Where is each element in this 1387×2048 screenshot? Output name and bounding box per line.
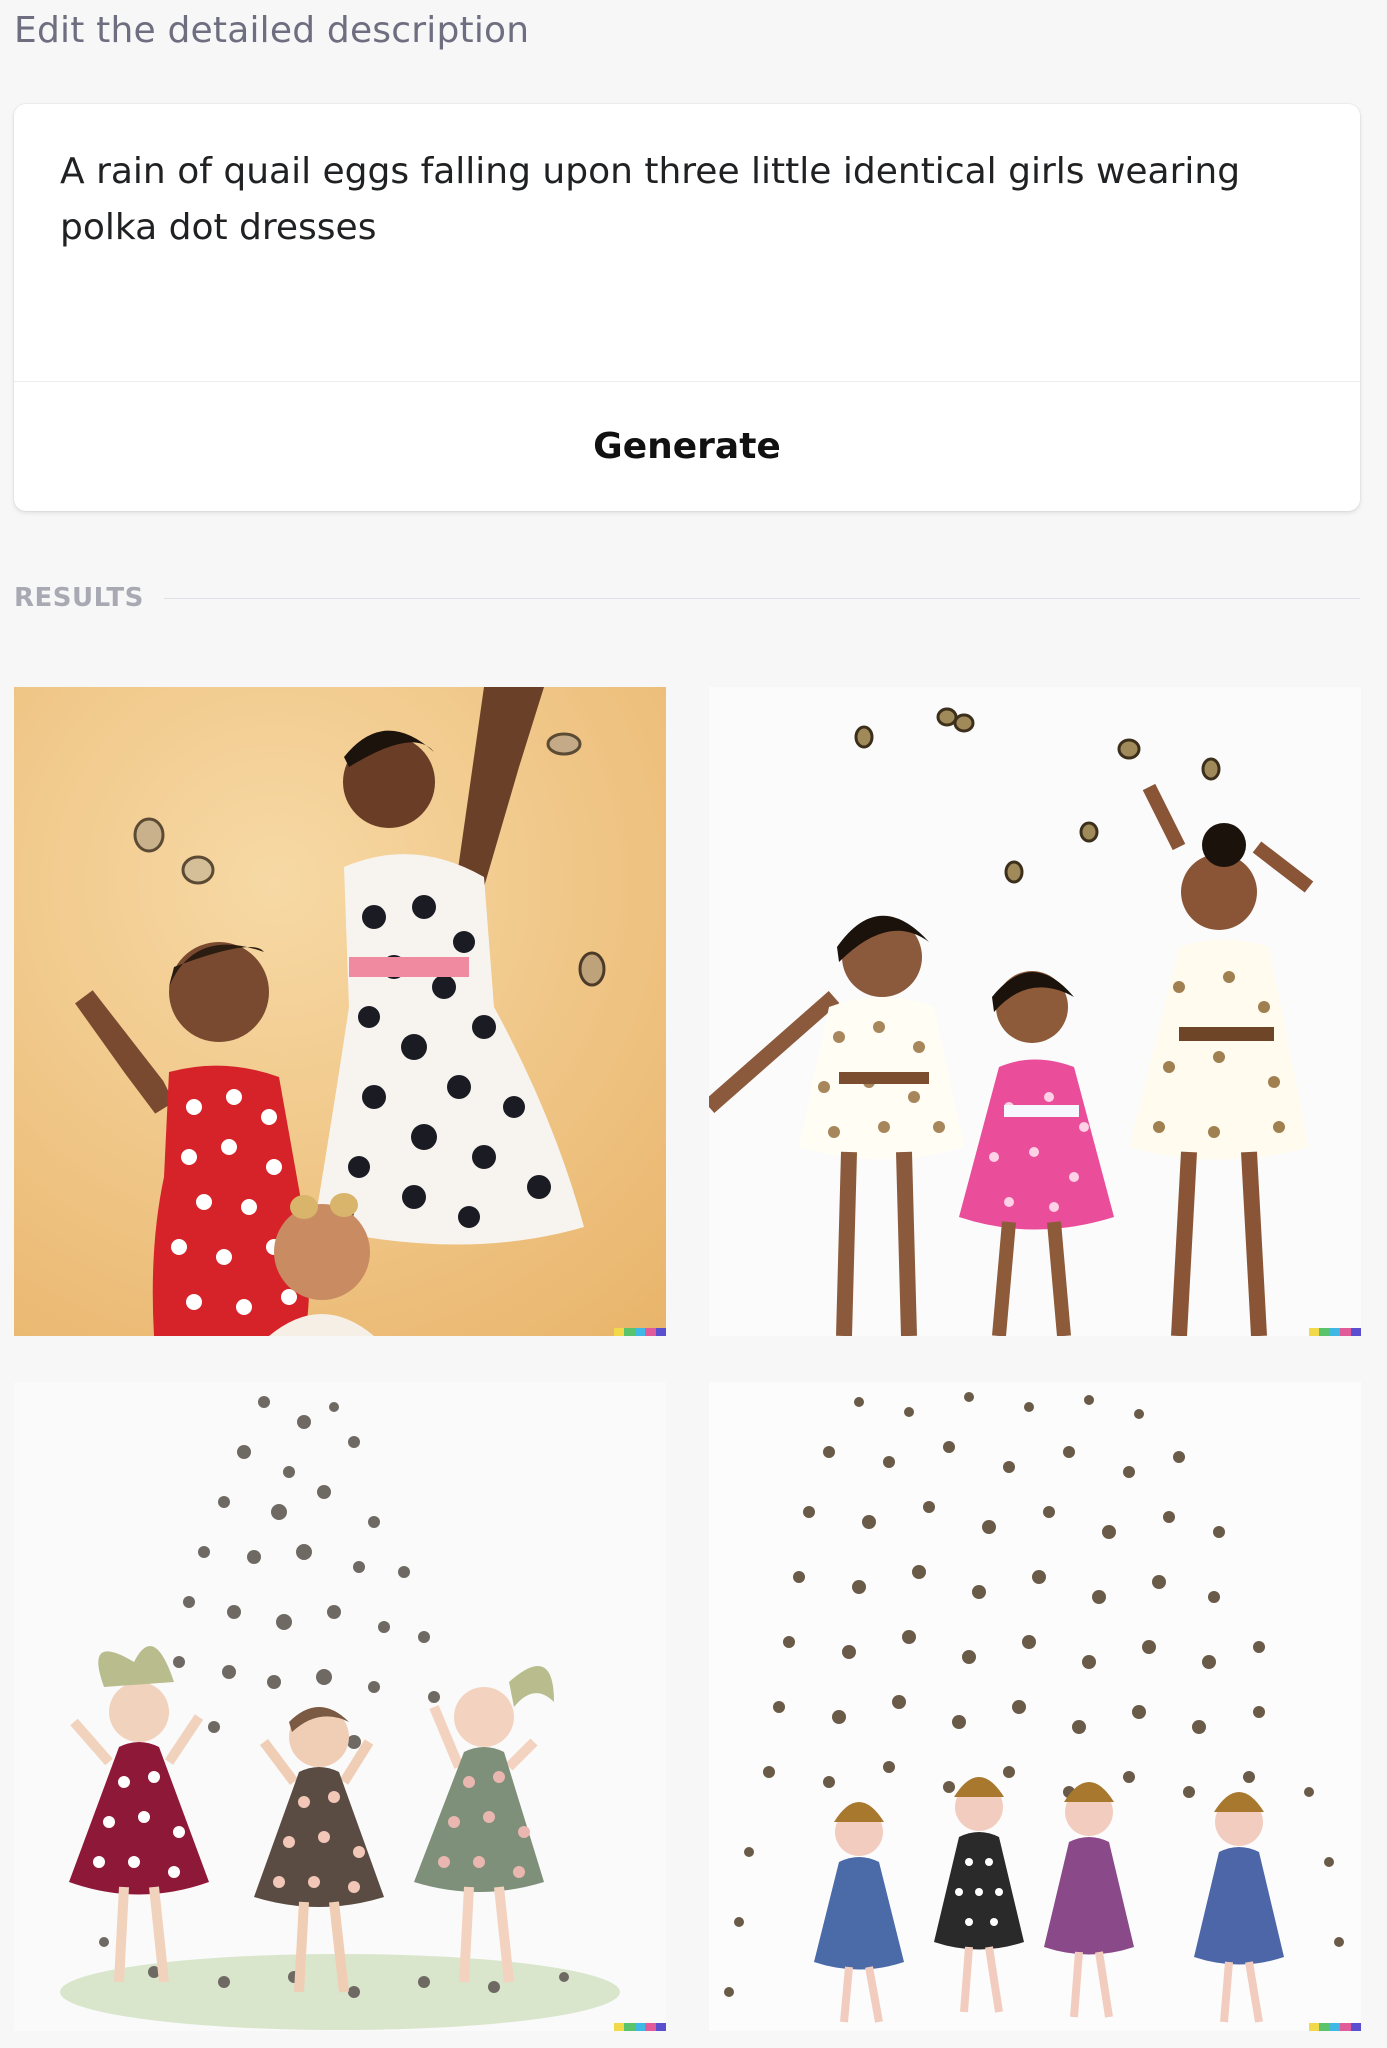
signature-swatch: [624, 2023, 635, 2031]
signature-swatch: [634, 2023, 646, 2031]
signature-swatch: [634, 1328, 646, 1336]
signature-swatch: [655, 1328, 666, 1336]
signature-swatch: [1309, 2023, 1320, 2031]
results-header: RESULTS: [14, 578, 1360, 618]
signature-swatch: [645, 1328, 656, 1336]
signature-swatch: [1350, 2023, 1361, 2031]
result-image-2[interactable]: [709, 687, 1361, 1336]
result-image-2-picture: [709, 687, 1361, 1336]
signature-swatch: [645, 2023, 656, 2031]
result-signature: [1309, 1328, 1361, 1336]
results-label: RESULTS: [14, 583, 144, 613]
signature-swatch: [1340, 1328, 1351, 1336]
signature-swatch: [1319, 2023, 1330, 2031]
result-image-4-picture: [709, 1382, 1361, 2031]
signature-swatch: [614, 1328, 625, 1336]
result-signature: [1309, 2023, 1361, 2031]
result-image-3[interactable]: [14, 1382, 666, 2031]
generate-button[interactable]: Generate: [14, 382, 1360, 511]
prompt-textarea[interactable]: A rain of quail eggs falling upon three …: [60, 144, 1300, 394]
signature-swatch: [624, 1328, 635, 1336]
signature-swatch: [1340, 2023, 1351, 2031]
result-signature: [614, 2023, 666, 2031]
result-image-1[interactable]: [14, 687, 666, 1336]
result-image-1-picture: [14, 687, 666, 1336]
prompt-card: A rain of quail eggs falling upon three …: [14, 104, 1360, 511]
page-title: Edit the detailed description: [14, 10, 530, 51]
result-signature: [614, 1328, 666, 1336]
signature-swatch: [1350, 1328, 1361, 1336]
signature-swatch: [614, 2023, 625, 2031]
signature-swatch: [1309, 1328, 1320, 1336]
result-image-3-picture: [14, 1382, 666, 2031]
results-divider: [163, 597, 1360, 599]
result-image-4[interactable]: [709, 1382, 1361, 2031]
signature-swatch: [655, 2023, 666, 2031]
signature-swatch: [1319, 1328, 1330, 1336]
signature-swatch: [1329, 1328, 1341, 1336]
signature-swatch: [1329, 2023, 1341, 2031]
